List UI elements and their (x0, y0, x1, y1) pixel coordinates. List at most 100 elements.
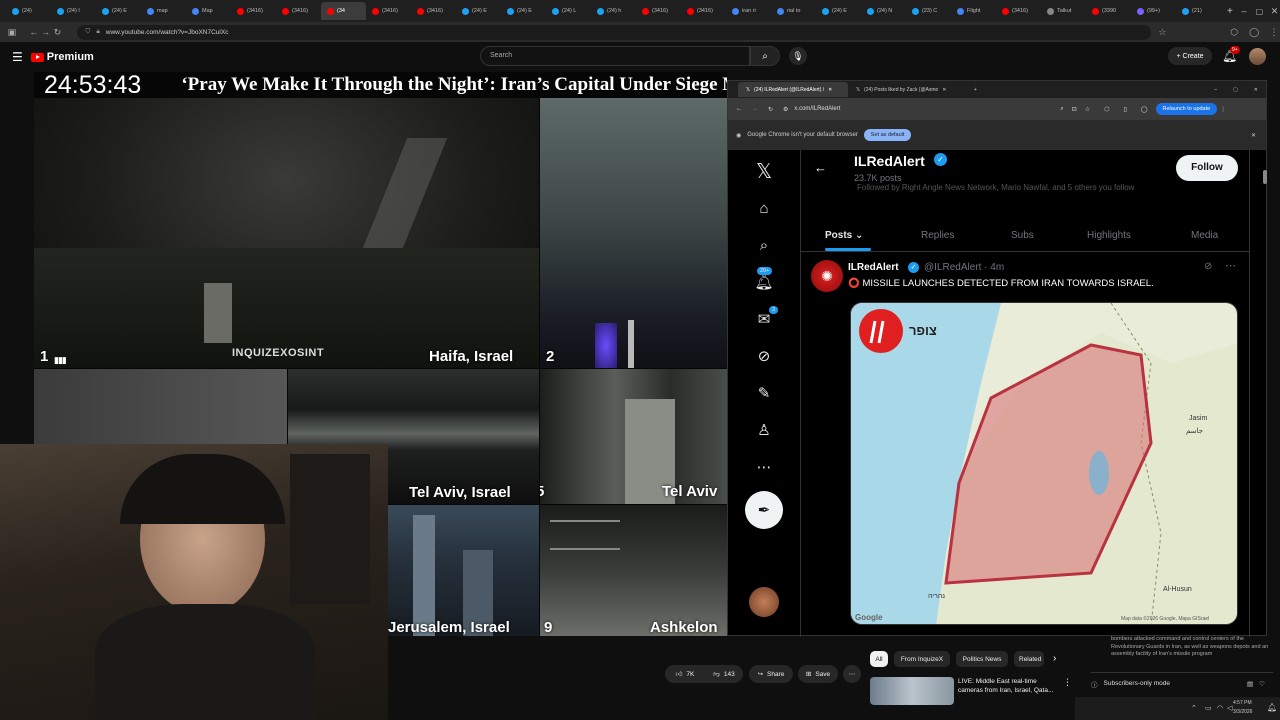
chip-politics-news[interactable]: Politics News (956, 651, 1008, 667)
tab-posts[interactable]: Posts ⌄ (825, 230, 863, 241)
search-input[interactable]: Search (480, 46, 750, 66)
url-field[interactable]: ⛉ 🔒︎ www.youtube.com/watch?v=JboXN7CulXc (77, 24, 1151, 40)
site-info-icon[interactable]: ⚙ (783, 106, 788, 113)
notifications-button[interactable]: 🔔︎ 9+ (1222, 46, 1240, 63)
grok-icon[interactable]: ⊘ (753, 345, 775, 367)
create-button[interactable]: + Create (1168, 47, 1212, 65)
network-icon[interactable]: ▭ (1205, 704, 1212, 712)
youtube-logo[interactable]: Premium (30, 51, 94, 63)
set-default-button[interactable]: Set as default (863, 129, 912, 141)
recommended-thumbnail[interactable] (870, 677, 954, 705)
browser-tab[interactable]: (3416) (636, 2, 681, 20)
browser-tab[interactable]: (3416) (231, 2, 276, 20)
voice-search-button[interactable]: 🎙︎ (789, 47, 807, 65)
clock-time[interactable]: 4:57 PM (1233, 700, 1252, 706)
sidebar-toggle-icon[interactable]: ▣ (6, 27, 18, 38)
star-icon[interactable]: ☆ (1157, 27, 1169, 38)
minimize-icon[interactable]: – (1235, 2, 1249, 20)
browser-tab[interactable]: (24) h (591, 2, 636, 20)
volume-icon[interactable]: ◁ (1227, 704, 1232, 712)
browser-tab[interactable]: (23) C (906, 2, 951, 20)
reload-icon[interactable]: ↻ (768, 106, 773, 113)
star-icon[interactable]: ☆ (1085, 106, 1090, 113)
notifications-icon[interactable]: 🔔︎ 20+ (753, 267, 775, 293)
account-avatar[interactable] (749, 587, 779, 617)
chip-from-inquizex[interactable]: From InquizeX (894, 651, 950, 667)
back-icon[interactable]: ← (28, 27, 40, 37)
browser-tab[interactable]: (21) (1176, 2, 1221, 20)
follow-button[interactable]: Follow (1176, 155, 1238, 181)
browser-tab[interactable]: (24) (6, 2, 51, 20)
browser-tab[interactable]: (3416) (276, 2, 321, 20)
emoji-icon[interactable]: ▤ (1247, 680, 1253, 688)
save-button[interactable]: ⊞ Save (798, 665, 838, 683)
minimize-icon[interactable]: – (1206, 82, 1225, 97)
menu-icon[interactable]: ⋮ (1268, 27, 1280, 38)
browser-tab[interactable]: (24) N (861, 2, 906, 20)
browser-tab[interactable]: (24) L (546, 2, 591, 20)
browser-tab[interactable]: rial to (771, 2, 816, 20)
tray-chevron-icon[interactable]: ⌃ (1191, 704, 1197, 712)
browser-tab[interactable]: (3416) (411, 2, 456, 20)
browser-tab[interactable]: Map (186, 2, 231, 20)
tab-highlights[interactable]: Highlights (1087, 230, 1131, 241)
maximize-icon[interactable]: ▢ (1225, 82, 1246, 97)
avatar[interactable] (1249, 48, 1266, 65)
x-tab-liked[interactable]: 𝕏 (24) Posts liked by Zack (@Asmo ✕ (848, 82, 966, 97)
tweet-avatar[interactable]: ✺ (811, 260, 843, 292)
forward-icon[interactable]: → (752, 106, 758, 112)
close-window-icon[interactable]: ✕ (1246, 82, 1266, 97)
browser-tab[interactable]: (3416) (996, 2, 1041, 20)
url-text[interactable]: x.com/ILRedAlert (794, 106, 1044, 112)
lists-icon[interactable]: ✎ (753, 382, 775, 404)
more-actions-button[interactable]: ⋯ (843, 665, 861, 683)
browser-tab[interactable]: (3416) (681, 2, 726, 20)
close-window-icon[interactable]: ✕ (1265, 2, 1280, 20)
post-button[interactable]: ✒ (745, 491, 783, 529)
browser-tab[interactable]: Flight (951, 2, 996, 20)
browser-tab[interactable]: (99+) (1131, 2, 1176, 20)
install-icon[interactable]: ⊡ (1072, 106, 1077, 113)
zoom-icon[interactable]: ⌕ (1060, 106, 1063, 113)
profile-icon[interactable]: ◯ (1248, 27, 1260, 38)
sidebar-icon[interactable]: ▯ (1123, 106, 1126, 113)
forward-icon[interactable]: → (40, 27, 52, 37)
hamburger-icon[interactable]: ☰ (12, 50, 23, 64)
maximize-icon[interactable]: ▢ (1250, 2, 1265, 20)
tweet-author-name[interactable]: ILRedAlert (848, 262, 899, 273)
browser-tab[interactable]: Talkut (1041, 2, 1086, 20)
chevron-right-icon[interactable]: › (1053, 653, 1056, 664)
clock-date[interactable]: 3/3/2026 (1233, 709, 1252, 715)
browser-tab[interactable]: (3416) (366, 2, 411, 20)
browser-tab[interactable]: (34 (321, 2, 366, 20)
browser-tab[interactable]: map (141, 2, 186, 20)
more-vert-icon[interactable]: ⋮ (1063, 677, 1072, 688)
browser-tab[interactable]: iran ri (726, 2, 771, 20)
browser-tab[interactable]: (24) E (501, 2, 546, 20)
tab-media[interactable]: Media (1191, 230, 1218, 241)
browser-tab[interactable]: (24) E (816, 2, 861, 20)
x-logo-icon[interactable]: 𝕏 (753, 160, 775, 183)
browser-tab[interactable]: (24) E (96, 2, 141, 20)
tab-replies[interactable]: Replies (921, 230, 954, 241)
search-button[interactable]: ⌕ (750, 46, 780, 66)
x-scrollbar-thumb[interactable] (1263, 170, 1267, 184)
back-icon[interactable]: ← (736, 106, 742, 112)
close-tab-icon[interactable]: ✕ (828, 87, 832, 93)
profile-icon[interactable]: ♙ (753, 419, 775, 441)
wifi-icon[interactable]: ◠ (1217, 704, 1223, 712)
like-button[interactable]: 👍︎ 7K (665, 665, 705, 683)
chip-related[interactable]: Related (1014, 651, 1044, 667)
extensions-icon[interactable]: ⬡ (1228, 27, 1240, 38)
close-tab-icon[interactable]: ✕ (942, 87, 946, 93)
close-icon[interactable]: ✕ (1251, 132, 1256, 139)
more-icon[interactable]: ⋯ (753, 456, 775, 478)
share-button[interactable]: ↪ Share (749, 665, 793, 683)
new-tab-button[interactable]: + (1221, 2, 1235, 20)
reload-icon[interactable]: ↻ (52, 27, 64, 38)
more-icon[interactable]: ⋯ (1225, 259, 1236, 272)
browser-tab[interactable]: (24) E (456, 2, 501, 20)
back-arrow-icon[interactable]: ← (814, 160, 827, 175)
extensions-icon[interactable]: ⬡ (1104, 106, 1109, 113)
tweet-map-image[interactable]: צופר Jasim جاسم Al-Husun נהריה Google Ma… (850, 302, 1238, 625)
